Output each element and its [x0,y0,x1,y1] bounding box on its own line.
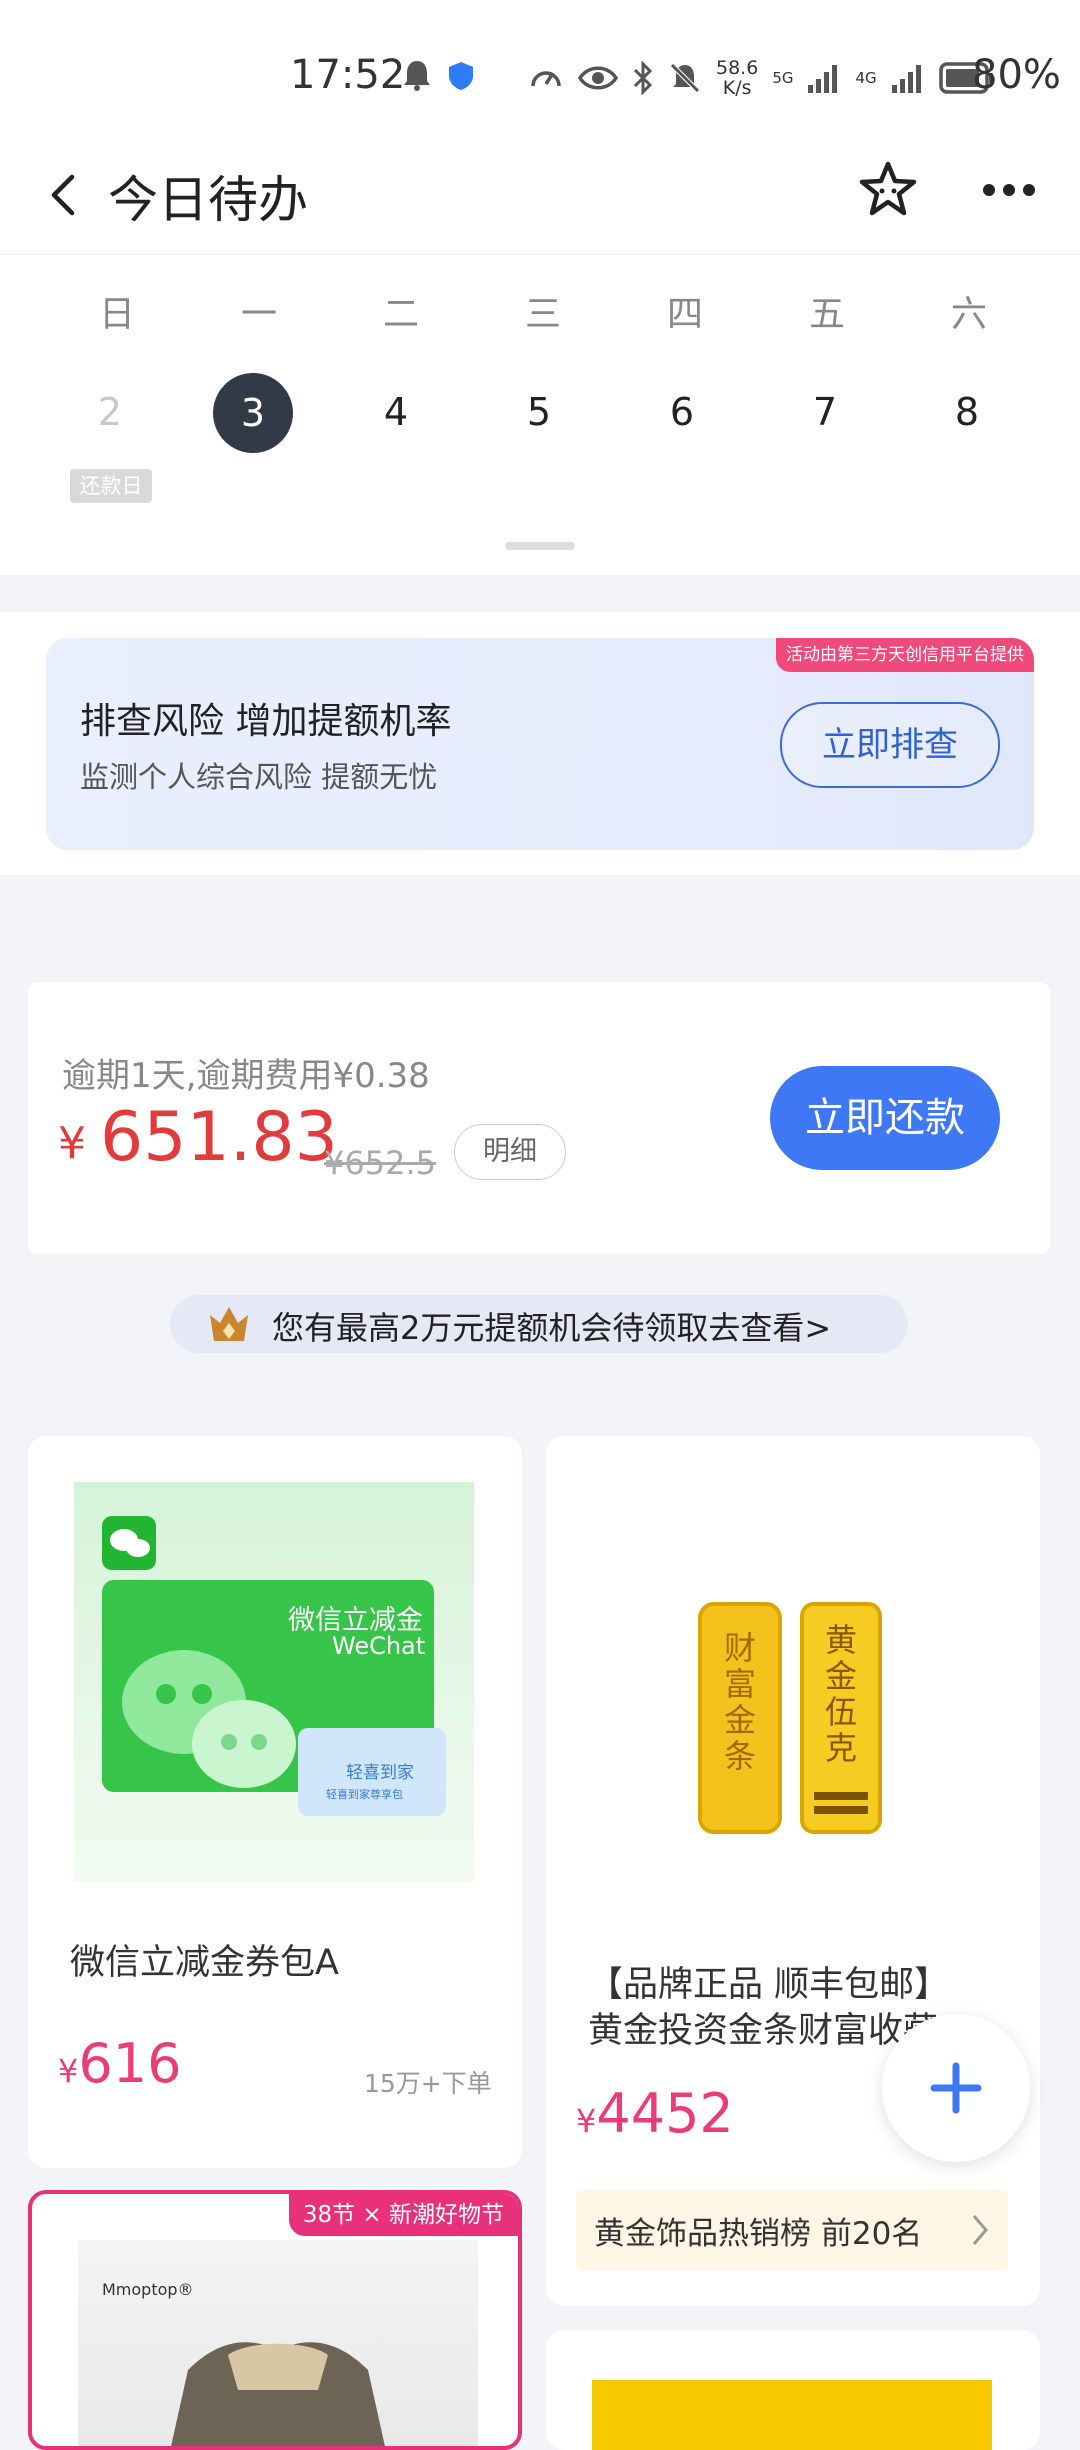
network-type-5g: 5G [772,69,794,87]
chevron-right-icon [972,2215,988,2245]
original-amount: ¥652.5 [324,1144,436,1182]
jacket-illustration [171,2342,385,2446]
currency-symbol: ¥ [58,1118,86,1169]
date-number: 4 [383,390,409,434]
date-number: 2 [97,390,123,434]
price-value: 4452 [596,2082,734,2145]
date-cell[interactable]: 2 [60,373,160,451]
calendar-drag-handle[interactable] [505,542,575,550]
promo-section: 活动由第三方天创信用平台提供 排查风险 增加提额机率 监测个人综合风险 提额无忧… [0,612,1080,875]
bluetooth-icon [633,61,653,95]
speedometer-icon [531,71,561,87]
status-time: 17:52 [290,52,406,98]
back-arrow-icon[interactable] [44,165,84,225]
repay-day-tag: 还款日 [70,469,152,503]
weekday-label: 三 [524,294,561,335]
status-icons: 58.6 K/s 5G 4G [528,58,995,98]
date-cell[interactable]: 6 [632,373,732,451]
date-number: 8 [954,390,980,434]
credit-increase-banner[interactable]: 您有最高2万元提额机会待领取去查看> [170,1295,908,1353]
product-card[interactable]: 微信立减金 WeChat 轻喜到家 轻喜到家尊享包 微信立减金券包A ¥616 … [28,1436,522,2168]
weekday-label: 五 [808,294,845,335]
favorite-star-icon[interactable] [856,158,920,222]
crown-icon [210,1307,248,1341]
risk-check-banner[interactable]: 活动由第三方天创信用平台提供 排查风险 增加提额机率 监测个人综合风险 提额无忧… [46,638,1034,850]
due-amount: 651.83 [100,1098,338,1177]
brand-label: Mmoptop® [102,2280,194,2299]
date-number: 7 [812,390,838,434]
bill-card: 逾期1天,逾期费用¥0.38 ¥ 651.83 ¥652.5 明细 立即还款 [28,982,1050,1254]
promo-subline: 监测个人综合风险 提额无忧 [80,760,438,794]
date-number: 6 [669,390,695,434]
eye-icon [578,66,618,90]
product-image [592,2380,992,2450]
credit-banner-text: 您有最高2万元提额机会待领取去查看> [272,1309,832,1347]
product-price: ¥616 [58,2032,181,2095]
shield-icon [449,62,473,90]
signal-icon [891,65,921,93]
voucher-badge-sub: 轻喜到家尊享包 [326,1788,403,1801]
gold-bar-text-2: 黄金伍克 [824,1621,857,1767]
currency-symbol: ¥ [576,2102,597,2140]
status-bar: 17:52 58.6 K/s 5G 4G 80% [0,0,1080,140]
detail-button[interactable]: 明细 [454,1124,566,1180]
ranking-link[interactable]: 黄金饰品热销榜 前20名 [576,2190,1008,2270]
notification-bell-icon [404,61,430,91]
promo-headline: 排查风险 增加提额机率 [80,701,452,742]
app-header: 今日待办 [0,140,1080,255]
ranking-text: 黄金饰品热销榜 前20名 [594,2216,923,2252]
date-number: 3 [213,373,293,453]
weekday-label: 六 [950,294,987,335]
sold-count: 15万+下单 [364,2069,492,2098]
network-type-4g: 4G [855,69,877,87]
weekday-label: 日 [98,294,135,335]
date-cell[interactable]: 4 [346,373,446,451]
gold-bar-image: 财富金条 黄金伍克 [592,1482,992,1882]
weekday-label: 二 [382,294,419,335]
product-card[interactable]: 38节 × 新潮好物节 Mmoptop® [28,2190,522,2450]
voucher-image-sub: WeChat [332,1632,426,1660]
mute-icon [670,63,700,93]
product-name: 微信立减金券包A [70,1943,339,1983]
speed-value: 58.6 [716,57,759,79]
plus-icon [930,2062,982,2114]
battery-percent: 80% [972,52,1061,98]
date-cell[interactable]: 5 [489,373,589,451]
wechat-voucher-image: 微信立减金 WeChat 轻喜到家 轻喜到家尊享包 [74,1482,474,1882]
wechat-illustration [102,1516,446,1816]
signal-icon [808,65,838,93]
product-card[interactable] [546,2330,1040,2450]
network-speed: 58.6 K/s [716,58,758,98]
currency-symbol: ¥ [58,2052,79,2090]
overdue-info: 逾期1天,逾期费用¥0.38 [62,1056,430,1096]
gold-bar-text-1: 财富金条 [723,1629,756,1775]
check-now-button[interactable]: 立即排查 [780,702,1000,788]
weekday-label: 四 [666,294,703,335]
product-card[interactable]: 财富金条 黄金伍克 【品牌正品 顺丰包邮】 黄金投资金条财富收藏 ¥4452 黄… [546,1436,1040,2306]
voucher-badge: 轻喜到家 [346,1763,414,1783]
date-cell[interactable]: 8 [917,373,1017,451]
repay-now-button[interactable]: 立即还款 [770,1066,1000,1170]
add-button[interactable] [882,2014,1030,2162]
price-value: 616 [78,2032,182,2095]
gold-bars-illustration [698,1602,882,1834]
festival-ribbon: 38节 × 新潮好物节 [288,2194,518,2236]
week-calendar: 日 一 二 三 四 五 六 2 3 4 5 6 7 8 还款日 [0,255,1080,575]
date-cell[interactable]: 7 [775,373,875,451]
product-name-line-1: 【品牌正品 顺丰包邮】 [588,1965,950,2005]
jacket-image: Mmoptop® [78,2240,478,2446]
date-number: 5 [526,390,552,434]
third-party-ribbon: 活动由第三方天创信用平台提供 [776,638,1034,672]
more-options-icon[interactable] [980,170,1038,210]
speed-unit: K/s [722,77,752,99]
weekday-label: 一 [240,294,277,335]
date-cell-selected[interactable]: 3 [203,373,303,453]
product-price: ¥4452 [576,2082,734,2145]
page-title: 今日待办 [108,171,308,229]
